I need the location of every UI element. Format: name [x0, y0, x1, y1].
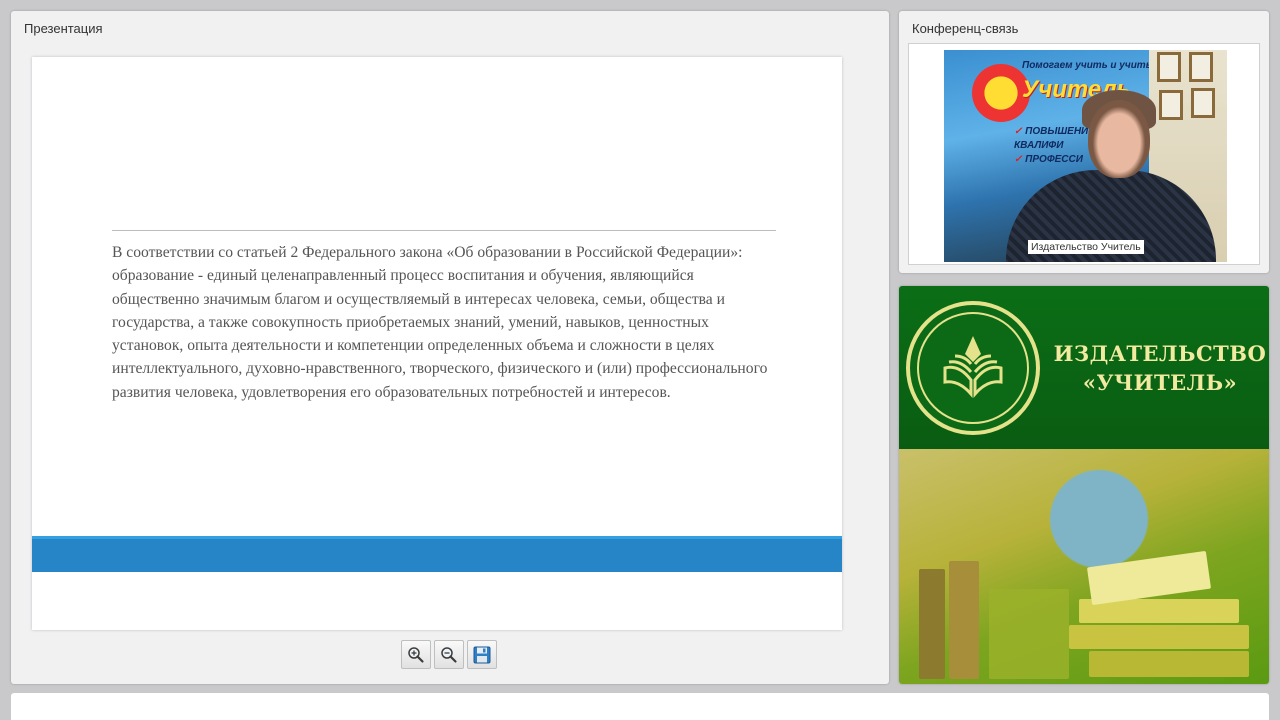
publisher-emblem-icon [906, 301, 1040, 435]
slide-footer-band [32, 536, 842, 572]
conference-panel: Конференц-связь Помогаем учить и учиться… [899, 11, 1269, 273]
speaker-face [1088, 100, 1150, 178]
bottom-bar [11, 693, 1269, 720]
video-container[interactable]: Помогаем учить и учиться Учитель ✓ ПОВЫШ… [908, 43, 1260, 265]
banner-line-3: ✓ ПРОФЕССИ [1014, 154, 1083, 165]
banner-line-1: ✓ ПОВЫШЕНИЕ [1014, 126, 1095, 137]
book-emblem-icon [943, 336, 1003, 399]
zoom-out-icon [441, 646, 457, 663]
publisher-name-line2: «УЧИТЕЛЬ» [1082, 370, 1238, 395]
books-globe-illustration [899, 449, 1269, 684]
slide-divider [112, 230, 776, 231]
presentation-panel: Презентация В соответствии со статьей 2 … [11, 11, 889, 684]
zoom-out-button[interactable] [434, 640, 464, 669]
video-feed: Помогаем учить и учиться Учитель ✓ ПОВЫШ… [944, 50, 1227, 262]
banner-line-2: КВАЛИФИ [1014, 140, 1064, 151]
video-participant-label: Издательство Учитель [1028, 240, 1144, 254]
save-icon [473, 646, 491, 663]
publisher-banner-header: ИЗДАТЕЛЬСТВО «УЧИТЕЛЬ» [899, 286, 1269, 449]
publisher-banner: ИЗДАТЕЛЬСТВО «УЧИТЕЛЬ» [899, 286, 1269, 684]
banner-tagline: Помогаем учить и учиться [1022, 60, 1164, 71]
presentation-toolbar [401, 640, 497, 669]
publisher-name-line1: ИЗДАТЕЛЬСТВО [1053, 341, 1267, 366]
zoom-in-icon [408, 646, 424, 663]
presentation-title: Презентация [24, 21, 103, 36]
zoom-in-button[interactable] [401, 640, 431, 669]
conference-title: Конференц-связь [912, 21, 1019, 36]
save-button[interactable] [467, 640, 497, 669]
slide: В соответствии со статьей 2 Федерального… [32, 57, 842, 630]
slide-body-text: В соответствии со статьей 2 Федерального… [112, 244, 768, 401]
